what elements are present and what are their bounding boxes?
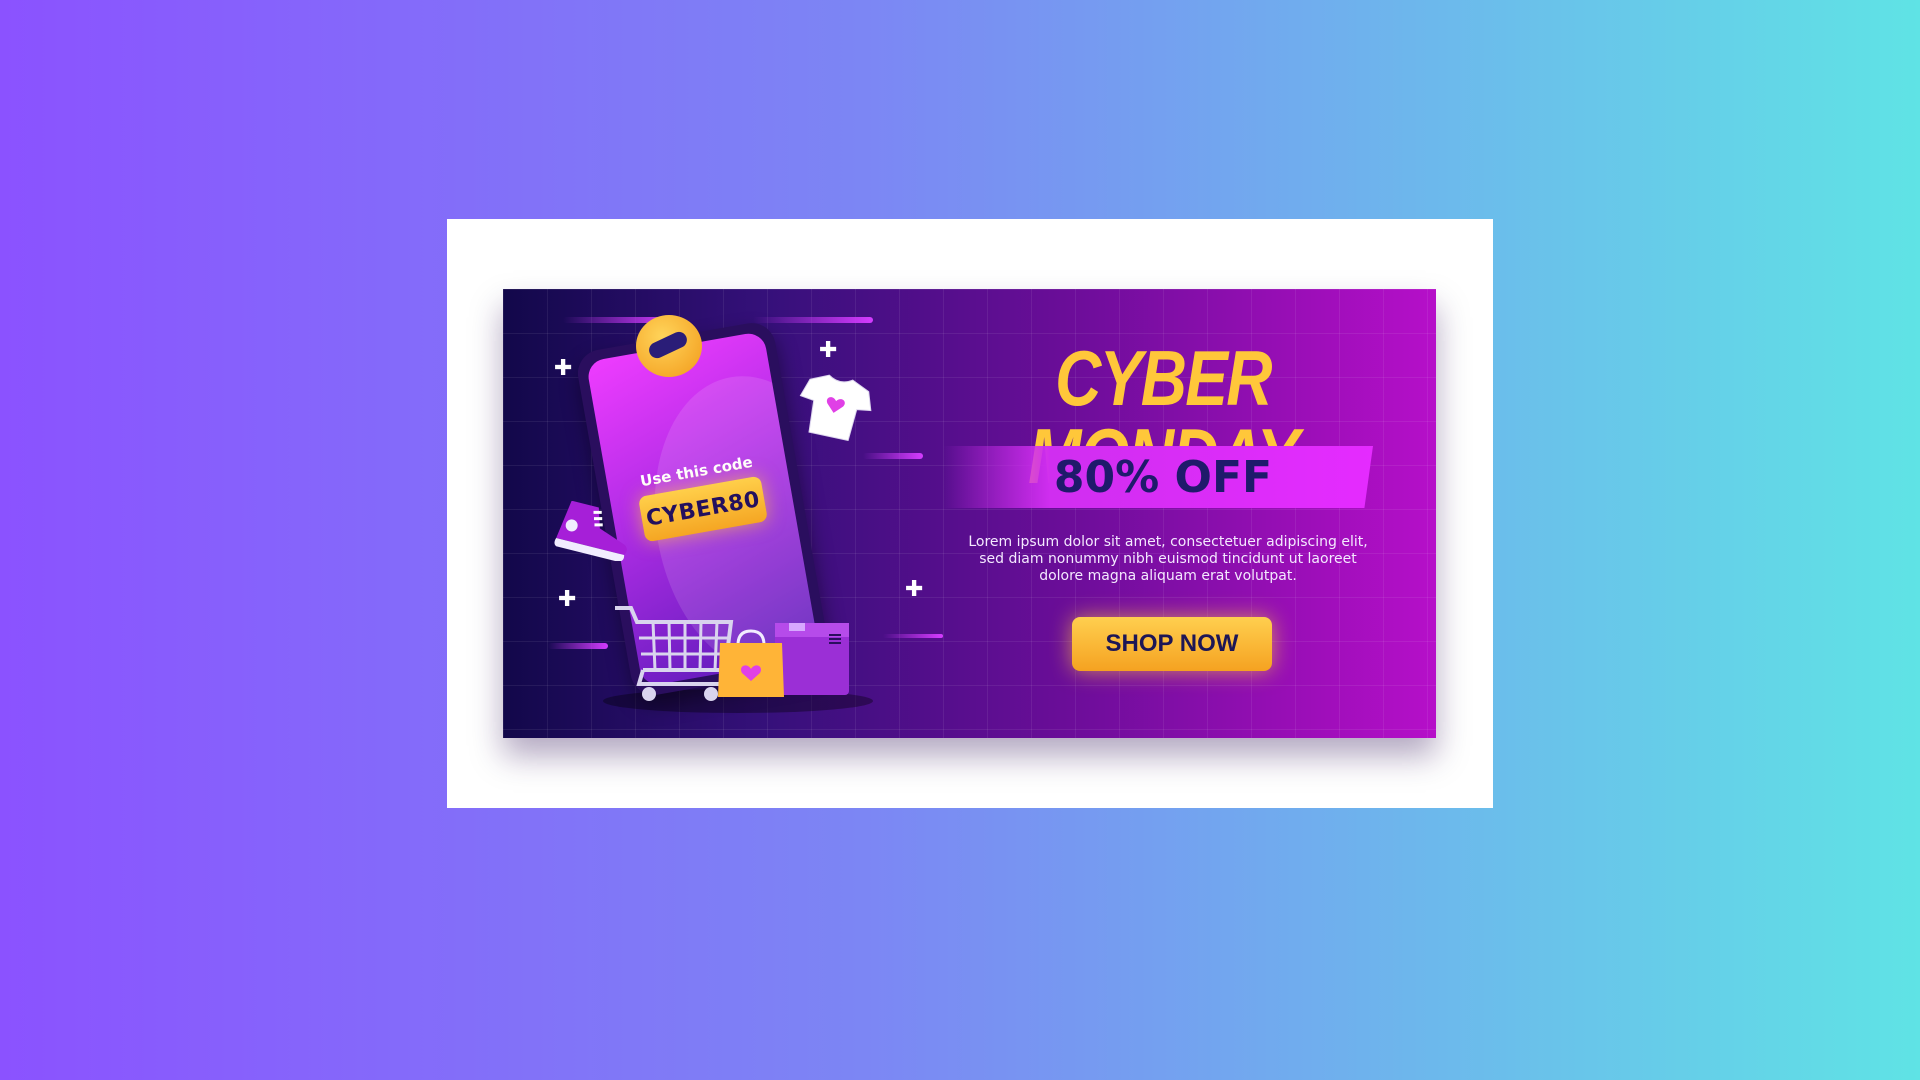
helmet-visor xyxy=(646,329,690,361)
discount-text: 80% OFF xyxy=(1053,451,1273,503)
banner-description: Lorem ipsum dolor sit amet, consectetuer… xyxy=(968,534,1368,584)
sparkle-icon: ✚ xyxy=(819,338,838,363)
shop-now-button[interactable]: SHOP NOW xyxy=(1072,617,1272,671)
shopping-bag-icon xyxy=(718,629,784,697)
tshirt-icon xyxy=(799,374,872,441)
sneaker-icon xyxy=(554,501,627,561)
cyber-monday-banner: ✚ ✚ ✚ ✚ Use this code CYBER80 CYBER 80% … xyxy=(503,289,1436,738)
sparkle-icon: ✚ xyxy=(905,577,924,602)
light-streak xyxy=(753,317,873,323)
light-streak xyxy=(883,634,943,638)
banner-frame: ✚ ✚ ✚ ✚ Use this code CYBER80 CYBER 80% … xyxy=(447,219,1493,808)
sparkle-icon: ✚ xyxy=(554,356,573,381)
light-streak xyxy=(548,643,608,649)
helmet-icon xyxy=(636,315,702,377)
sparkle-icon: ✚ xyxy=(558,587,577,612)
light-streak xyxy=(863,453,923,459)
